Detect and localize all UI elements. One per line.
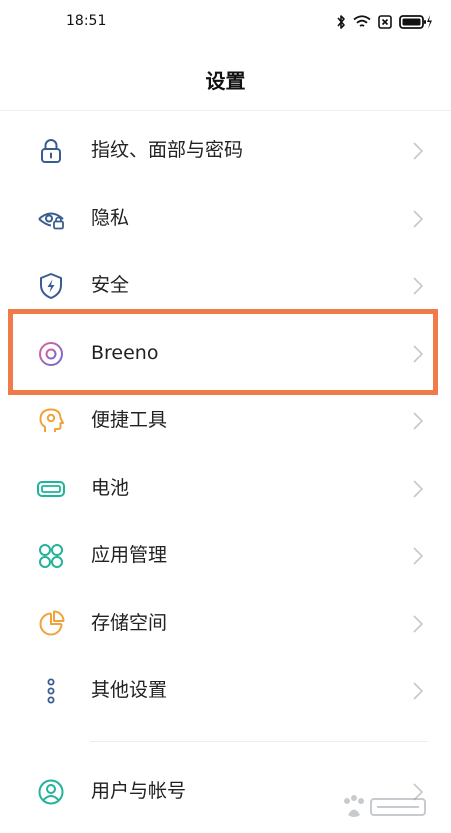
chevron-right-icon	[411, 141, 425, 161]
settings-item-privacy[interactable]: 隐私	[0, 185, 451, 253]
settings-item-label: 其他设置	[91, 679, 168, 701]
page-header: 设置	[0, 60, 451, 102]
settings-item-battery[interactable]: 电池	[0, 455, 451, 523]
battery-charging-icon	[399, 15, 432, 29]
settings-item-label: 应用管理	[91, 544, 168, 566]
storage-pie-icon	[36, 609, 66, 639]
chevron-right-icon	[411, 614, 425, 634]
watermark-logo	[339, 793, 429, 821]
assist-head-icon	[36, 406, 66, 436]
section-divider	[90, 741, 428, 742]
battery-icon	[36, 474, 66, 504]
settings-item-convenience-tools[interactable]: 便捷工具	[0, 387, 451, 455]
sim-off-icon	[378, 15, 392, 29]
lock-icon	[36, 136, 66, 166]
wifi-icon	[353, 15, 371, 27]
chevron-right-icon	[411, 209, 425, 229]
chevron-right-icon	[411, 479, 425, 499]
settings-list: 指纹、面部与密码 隐私 安全 Breeno 便捷工具 电池 应用管理 存储空间 …	[0, 117, 451, 725]
status-time: 18:51	[66, 13, 107, 29]
chevron-right-icon	[411, 411, 425, 431]
chevron-right-icon	[411, 681, 425, 701]
header-divider	[0, 110, 451, 111]
status-bar: 18:51	[0, 0, 451, 44]
settings-item-label: 指纹、面部与密码	[91, 139, 244, 161]
page-title: 设置	[205, 69, 246, 93]
status-icons	[336, 12, 433, 32]
settings-item-other-settings[interactable]: 其他设置	[0, 657, 451, 725]
user-icon	[36, 777, 66, 807]
breeno-highlight-box	[8, 309, 438, 395]
settings-item-label: 便捷工具	[91, 409, 168, 431]
shield-bolt-icon	[36, 271, 66, 301]
settings-item-label: 存储空间	[91, 611, 168, 634]
settings-item-label: 用户与帐号	[91, 780, 187, 802]
bluetooth-icon	[337, 15, 345, 29]
apps-icon	[36, 541, 66, 571]
settings-item-storage[interactable]: 存储空间	[0, 590, 451, 658]
settings-item-app-management[interactable]: 应用管理	[0, 522, 451, 590]
settings-item-label: 隐私	[91, 206, 130, 229]
chevron-right-icon	[411, 546, 425, 566]
settings-item-fingerprint-face-password[interactable]: 指纹、面部与密码	[0, 117, 451, 185]
more-dots-icon	[36, 676, 66, 706]
chevron-right-icon	[411, 276, 425, 296]
privacy-eye-icon	[36, 204, 66, 234]
settings-item-label: 电池	[91, 476, 130, 499]
